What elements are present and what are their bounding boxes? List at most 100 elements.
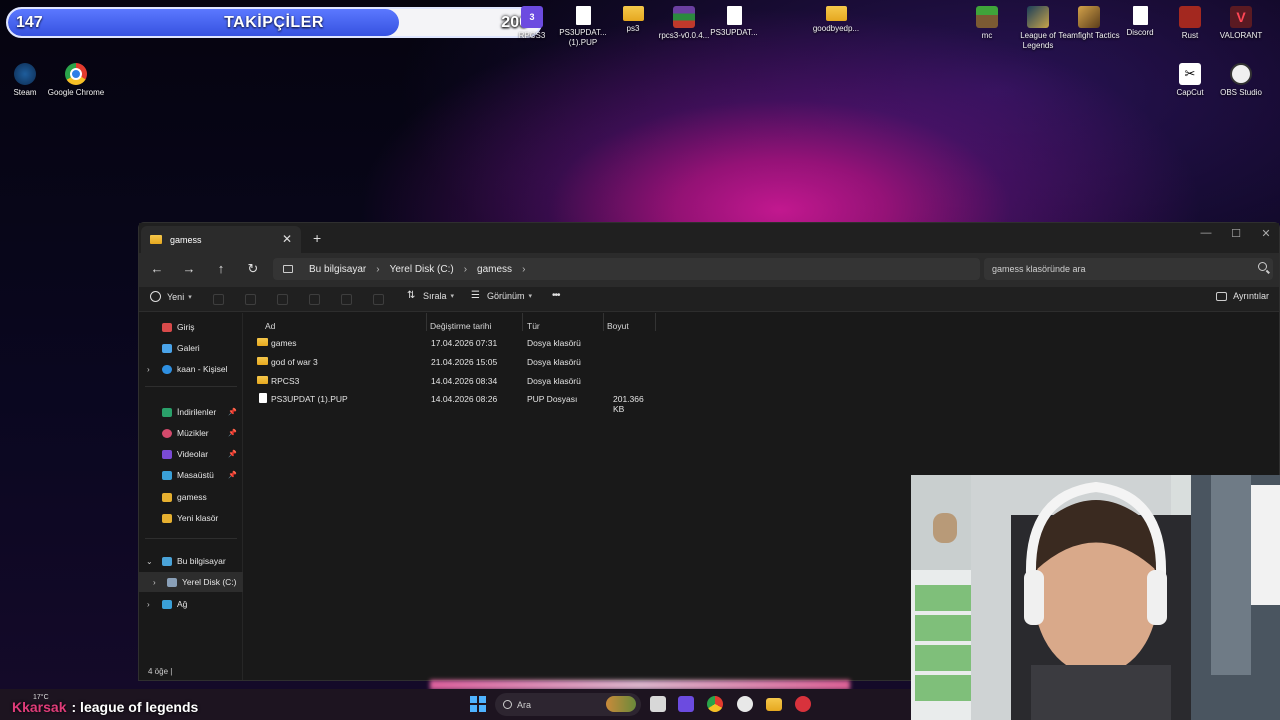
refresh-button[interactable]: ↻ [243,261,263,277]
windows-start-icon[interactable] [470,696,486,712]
up-button[interactable]: ↑ [211,261,231,276]
column-divider[interactable] [522,313,523,331]
address-bar[interactable]: Bu bilgisayar › Yerel Disk (C:) › gamess… [273,258,980,280]
file-row[interactable]: games 17.04.2026 07:31 Dosya klasörü [254,335,654,353]
folder-icon [162,513,172,523]
tab-close-icon[interactable]: ✕ [282,232,292,246]
steam-icon [14,63,36,85]
sidebar-item-label: Yeni klasör [177,513,219,523]
pin-icon: 📌 [228,430,237,437]
valorant-icon: V [1230,6,1252,28]
rpcs3-taskbar-icon[interactable] [678,696,694,712]
desktop-icon-label: goodbyedp... [812,24,860,33]
view-button[interactable]: ☰ Görünüm ▾ [471,291,532,302]
breadcrumb-this-pc[interactable]: Bu bilgisayar [309,264,366,275]
column-divider[interactable] [655,313,656,331]
computer-icon [283,265,293,273]
file-icon [575,6,591,25]
chat-message: : league of legends [71,699,199,715]
more-options-button[interactable]: ••• [552,290,560,301]
sidebar-item-label: Bu bilgisayar [177,556,226,566]
cut-button[interactable] [213,294,224,305]
sidebar-item-onedrive[interactable]: › kaan - Kişisel [139,359,243,379]
webcam-feed-image [911,475,1280,720]
computer-icon [162,556,172,566]
sidebar-item-gamess[interactable]: gamess [139,487,243,507]
chevron-right-icon[interactable]: › [147,600,150,609]
chevron-right-icon[interactable]: › [376,264,379,275]
column-divider[interactable] [426,313,427,331]
folder-icon [257,338,268,346]
folder-icon [257,376,268,384]
rename-button[interactable] [309,294,320,305]
file-explorer-taskbar-icon[interactable] [766,698,782,711]
chrome-taskbar-icon[interactable] [707,696,723,712]
drive-icon [167,577,177,587]
search-input[interactable]: gamess klasöründe ara [984,258,1273,280]
file-row[interactable]: PS3UPDAT (1).PUP 14.04.2026 08:26 PUP Do… [254,391,654,414]
tab-gamess[interactable]: gamess ✕ [141,226,301,253]
file-icon [726,6,742,25]
new-tab-button[interactable]: + [313,230,321,246]
chevron-right-icon[interactable]: › [147,365,150,374]
column-date[interactable]: Değiştirme tarihi [430,318,491,334]
desktop-icon-label: PS3UPDAT... [710,28,758,37]
file-row[interactable]: god of war 3 21.04.2026 15:05 Dosya klas… [254,354,654,372]
sidebar-item-gallery[interactable]: Galeri [139,338,243,358]
chevron-down-icon: ▾ [450,293,455,300]
league-icon [1027,6,1049,28]
maximize-button[interactable]: ☐ [1226,227,1246,240]
sidebar-item-this-pc[interactable]: ⌄ Bu bilgisayar [139,551,243,571]
widget-icon[interactable] [606,696,636,712]
riot-client-taskbar-icon[interactable] [795,696,811,712]
copy-button[interactable] [245,294,256,305]
divider [145,386,237,387]
column-size[interactable]: Boyut [607,318,629,334]
folder-icon [622,6,644,21]
sidebar-item-label: Masaüstü [177,470,214,480]
back-button[interactable]: ← [147,261,167,276]
new-button[interactable]: Yeni ▾ [150,291,192,302]
close-button[interactable]: ✕ [1256,227,1276,240]
file-row[interactable]: RPCS3 14.04.2026 08:34 Dosya klasörü [254,373,654,391]
search-placeholder: gamess klasöründe ara [992,264,1086,274]
details-pane-button[interactable]: Ayrıntılar [1216,291,1269,301]
sidebar-item-downloads[interactable]: İndirilenler 📌 [139,402,243,422]
share-button[interactable] [341,294,352,305]
sort-label: Sırala [423,291,447,301]
search-icon[interactable] [1258,262,1267,271]
paste-button[interactable] [277,294,288,305]
obs-taskbar-icon[interactable] [737,696,753,712]
delete-button[interactable] [373,294,384,305]
sidebar-item-home[interactable]: Giriş [139,317,243,337]
chevron-right-icon[interactable]: › [153,578,156,587]
sidebar-item-network[interactable]: › Ağ [139,594,243,614]
sort-button[interactable]: ⇅ Sırala ▾ [407,291,455,302]
column-name[interactable]: Ad [265,318,275,334]
task-view-icon[interactable] [650,696,666,712]
chevron-down-icon[interactable]: ⌄ [146,557,153,566]
command-bar: Yeni ▾ ⇅ Sırala ▾ ☰ Görünüm ▾ ••• Ayrınt… [139,287,1279,312]
column-divider[interactable] [603,313,604,331]
music-icon [162,428,172,438]
sidebar-item-videos[interactable]: Videolar 📌 [139,444,243,464]
desktop-icon-obs[interactable]: OBS Studio [1210,63,1272,98]
sidebar-item-local-disk[interactable]: › Yerel Disk (C:) [139,572,243,592]
chevron-right-icon[interactable]: › [522,264,525,275]
sidebar-item-music[interactable]: Müzikler 📌 [139,423,243,443]
chevron-right-icon[interactable]: › [464,264,467,275]
sidebar-item-new-folder[interactable]: Yeni klasör [139,508,243,528]
desktop-icon-goodbyedpi[interactable]: goodbyedp... [805,6,867,34]
sidebar-item-desktop[interactable]: Masaüstü 📌 [139,465,243,485]
desktop-icon-ps3updat[interactable]: PS3UPDAT... [703,6,765,38]
desktop-icon-valorant[interactable]: V VALORANT [1210,6,1272,41]
column-type[interactable]: Tür [527,318,540,334]
view-label: Görünüm [487,291,525,301]
minimize-button[interactable]: — [1196,227,1216,239]
desktop-icon-label: ps3 [626,24,640,33]
sidebar-item-label: İndirilenler [177,407,217,417]
breadcrumb-gamess[interactable]: gamess [477,264,512,275]
breadcrumb-local-disk[interactable]: Yerel Disk (C:) [390,264,454,275]
forward-button[interactable]: → [179,261,199,276]
desktop-icon-chrome[interactable]: Google Chrome [45,63,107,98]
